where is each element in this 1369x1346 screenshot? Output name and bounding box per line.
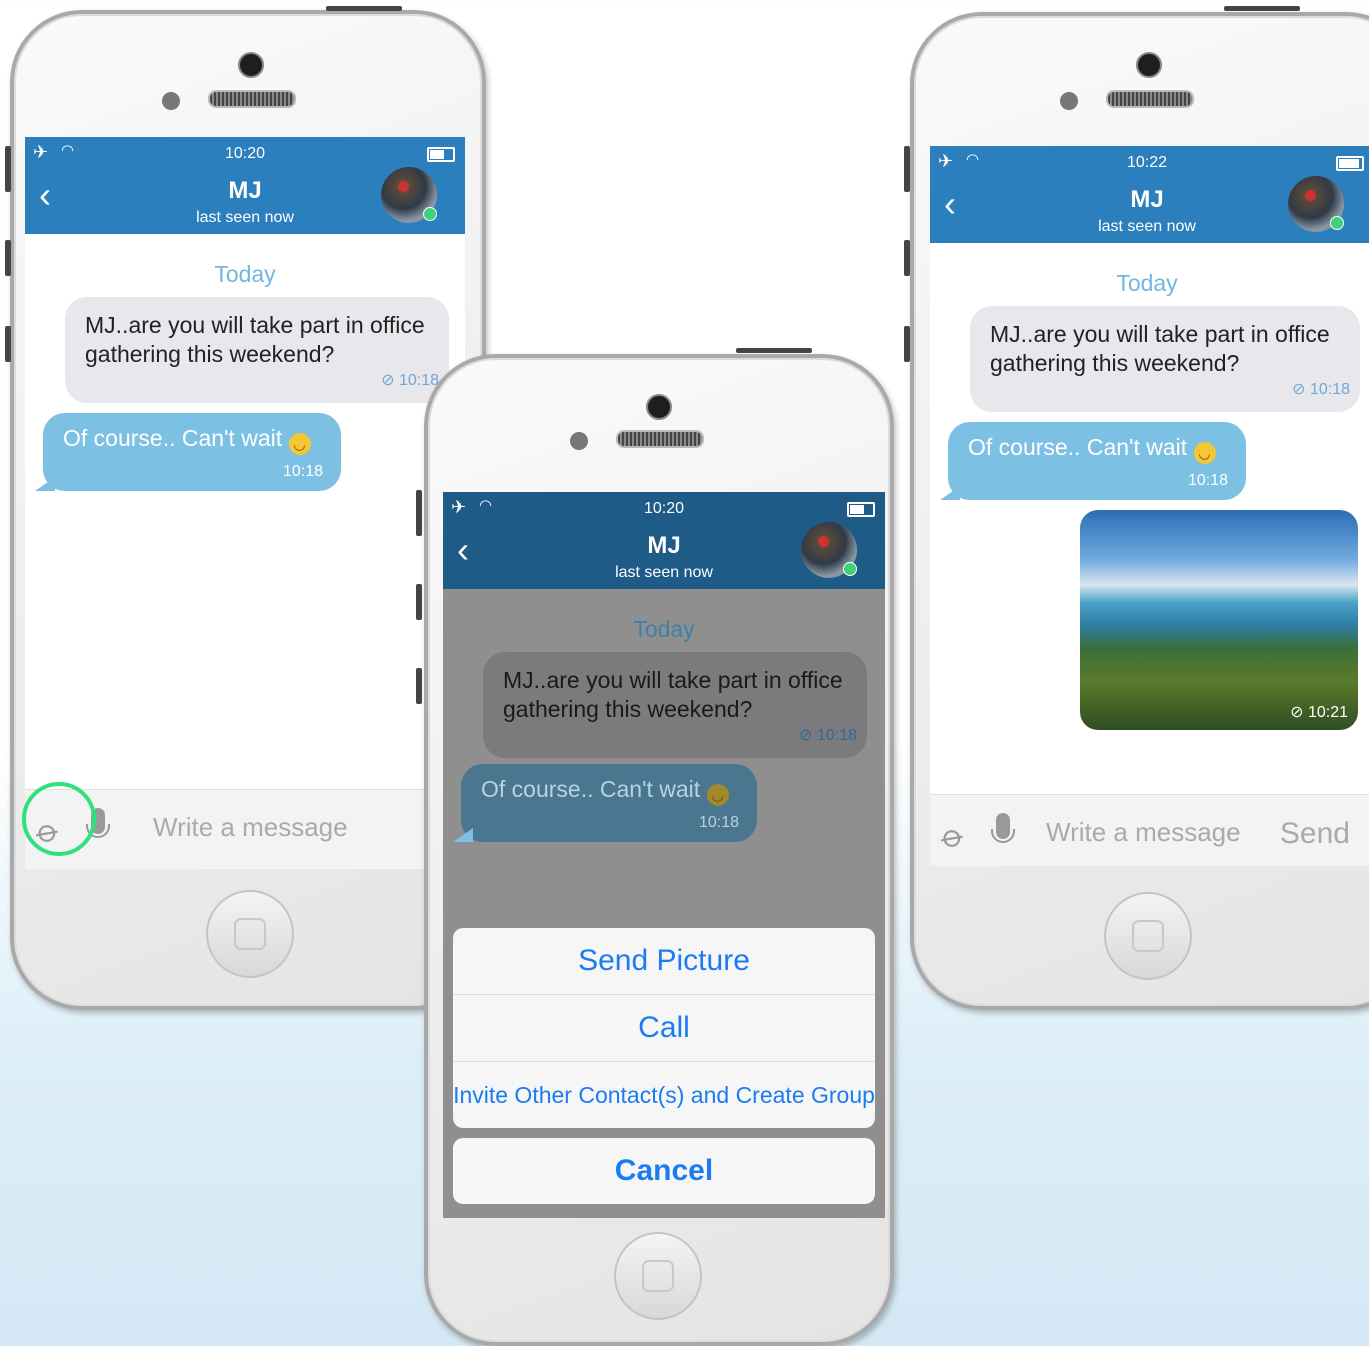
online-indicator (1330, 216, 1344, 230)
side-button (5, 240, 11, 276)
action-sheet: Send Picture Call Invite Other Contact(s… (453, 928, 875, 1128)
home-button[interactable] (206, 890, 294, 978)
battery-icon (427, 147, 455, 162)
message-text: Of course.. Can't wait (968, 434, 1188, 460)
message-time: ⊘ 10:18 (381, 372, 439, 389)
message-text: MJ..are you will take part in office gat… (85, 312, 425, 367)
message-text: Of course.. Can't wait (481, 776, 701, 802)
side-button (904, 146, 910, 192)
online-indicator (423, 207, 437, 221)
incoming-message[interactable]: MJ..are you will take part in office gat… (970, 306, 1360, 412)
message-time: 10:18 (1187, 472, 1228, 489)
incoming-message[interactable]: MJ..are you will take part in office gat… (65, 297, 449, 403)
side-button (904, 240, 910, 276)
date-label: Today (633, 616, 695, 642)
side-button (904, 326, 910, 362)
outgoing-message[interactable]: Of course.. Can't wait ◡ 10:18 (453, 764, 757, 842)
status-time: 10:20 (643, 500, 685, 517)
online-indicator (843, 562, 857, 576)
phone-2: ✈ ◠ 10:20 ‹ MJ last seen now Today MJ..a… (424, 354, 894, 1346)
date-label: Today (1116, 270, 1178, 296)
message-text: MJ..are you will take part in office gat… (990, 321, 1330, 376)
speaker (616, 430, 704, 448)
avatar[interactable] (381, 167, 437, 223)
message-time: 10:18 (698, 814, 739, 831)
date-label: Today (214, 261, 276, 287)
message-input-bar: ⌀ Write a message Send (930, 794, 1369, 866)
screen-2: ✈ ◠ 10:20 ‹ MJ last seen now Today MJ..a… (443, 492, 885, 1218)
highlight-ring (22, 782, 96, 856)
message-input[interactable]: Write a message (1046, 817, 1241, 848)
chat-header: ✈ ◠ 10:20 ‹ MJ last seen now (25, 137, 465, 234)
side-button (5, 326, 11, 362)
camera (1136, 52, 1162, 78)
home-button[interactable] (1104, 892, 1192, 980)
message-time: ⊘ 10:18 (799, 727, 857, 744)
send-button[interactable]: Send (1280, 817, 1350, 851)
side-button (736, 348, 812, 353)
outgoing-message[interactable]: Of course.. Can't wait ◡ 10:18 (940, 422, 1246, 500)
chat-header: ✈ ◠ 10:22 ‹ MJ last seen now (930, 146, 1369, 243)
status-time: 10:20 (224, 145, 266, 162)
call-button[interactable]: Call (453, 995, 875, 1062)
chat-header: ✈ ◠ 10:20 ‹ MJ last seen now (443, 492, 885, 589)
incoming-message[interactable]: MJ..are you will take part in office gat… (483, 652, 867, 758)
speaker (1106, 90, 1194, 108)
camera (646, 394, 672, 420)
invite-create-group-button[interactable]: Invite Other Contact(s) and Create Group (453, 1062, 875, 1128)
message-input[interactable]: Write a message (153, 812, 348, 843)
side-button (416, 668, 422, 704)
outgoing-message[interactable]: Of course.. Can't wait ◡ 10:18 (35, 413, 341, 491)
home-button[interactable] (614, 1232, 702, 1320)
side-button (5, 146, 11, 192)
cancel-sheet: Cancel (453, 1138, 875, 1204)
cancel-button[interactable]: Cancel (453, 1138, 875, 1204)
sensor (570, 432, 588, 450)
smile-emoji-icon: ◡ (706, 784, 729, 806)
message-time: 10:18 (282, 463, 323, 480)
paperclip-icon[interactable]: ⌀ (935, 815, 973, 857)
speaker (208, 90, 296, 108)
avatar[interactable] (801, 522, 857, 578)
side-button (326, 6, 402, 11)
microphone-icon[interactable] (991, 813, 1015, 843)
message-time: ⊘ 10:18 (1292, 381, 1350, 398)
smile-emoji-icon: ◡ (288, 433, 311, 455)
battery-icon (1336, 156, 1364, 171)
photo-message[interactable]: ⊘ 10:21 (1080, 510, 1358, 730)
side-button (416, 584, 422, 620)
status-time: 10:22 (1126, 154, 1168, 171)
screen-1: ✈ ◠ 10:20 ‹ MJ last seen now Today MJ..a… (25, 137, 465, 869)
message-text: Of course.. Can't wait (63, 425, 283, 451)
message-time: ⊘ 10:21 (1290, 704, 1348, 721)
side-button (1224, 6, 1300, 11)
send-picture-button[interactable]: Send Picture (453, 928, 875, 995)
side-button (416, 490, 422, 536)
battery-icon (847, 502, 875, 517)
sensor (1060, 92, 1078, 110)
phone-1: ✈ ◠ 10:20 ‹ MJ last seen now Today MJ..a… (10, 10, 486, 1010)
message-text: MJ..are you will take part in office gat… (503, 667, 843, 722)
smile-emoji-icon: ◡ (1193, 442, 1216, 464)
screen-3: ✈ ◠ 10:22 ‹ MJ last seen now Today MJ..a… (930, 146, 1369, 866)
phone-3: ✈ ◠ 10:22 ‹ MJ last seen now Today MJ..a… (910, 12, 1369, 1010)
camera (238, 52, 264, 78)
avatar[interactable] (1288, 176, 1344, 232)
sensor (162, 92, 180, 110)
